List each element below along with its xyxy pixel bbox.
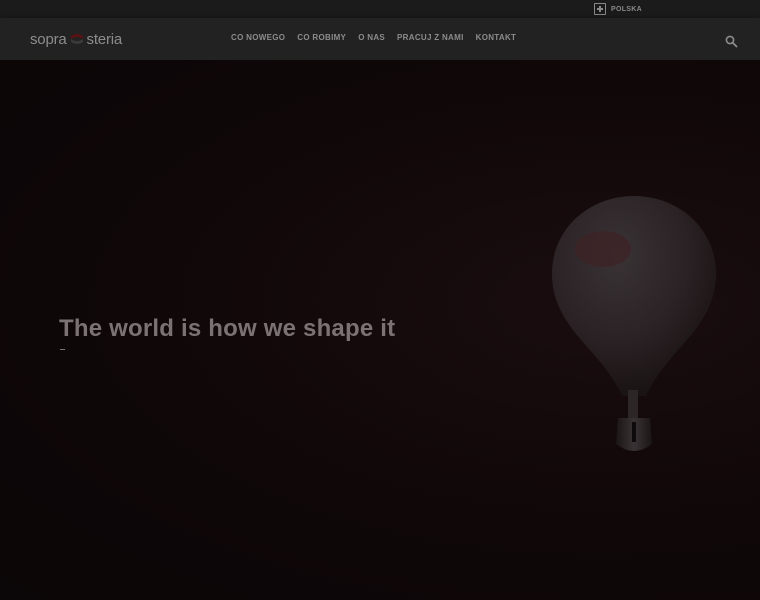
region-selector[interactable]: POLSKA [594, 2, 642, 16]
hero-title-underline [60, 349, 65, 350]
nav-item-kontakt[interactable]: KONTAKT [476, 33, 517, 42]
nav-item-co-nowego[interactable]: CO NOWEGO [231, 33, 285, 42]
nav-item-o-nas[interactable]: O NAS [358, 33, 385, 42]
top-utility-bar: POLSKA [0, 0, 760, 18]
logo-text-left: sopra [30, 30, 67, 48]
plus-square-icon [594, 3, 606, 15]
logo-mark-icon [70, 34, 83, 44]
sopra-steria-logo[interactable]: sopra steria [30, 30, 122, 48]
search-icon[interactable] [725, 35, 738, 48]
hero-section: The world is how we shape it [0, 60, 760, 600]
hero-title: The world is how we shape it [59, 315, 396, 342]
nav-item-co-robimy[interactable]: CO ROBIMY [297, 33, 346, 42]
light-bulb-illustration [552, 196, 716, 451]
main-nav: CO NOWEGO CO ROBIMY O NAS PRACUJ Z NAMI … [231, 33, 516, 42]
logo-text-right: steria [86, 30, 123, 48]
nav-item-pracuj-z-nami[interactable]: PRACUJ Z NAMI [397, 33, 464, 42]
region-label: POLSKA [611, 5, 642, 13]
site-header: sopra steria CO NOWEGO CO ROBIMY O NAS P… [0, 18, 760, 60]
